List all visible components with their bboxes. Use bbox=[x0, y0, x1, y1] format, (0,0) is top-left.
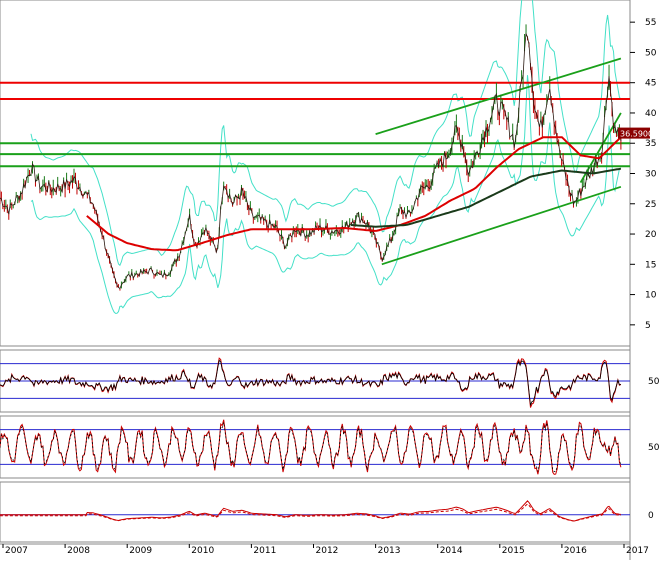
y-tick-label: 40 bbox=[645, 109, 657, 119]
y-tick-label: 45 bbox=[645, 79, 656, 89]
x-tick-label: 2011 bbox=[253, 546, 276, 556]
x-tick-label: 2010 bbox=[191, 546, 214, 556]
last-price-badge: 36.5900 bbox=[618, 127, 653, 139]
chart-root: 50 50 0 2007 2008 2009 2010 2011 2012 2013 2014… bbox=[0, 0, 660, 560]
last-price-label: 36.5900 bbox=[620, 130, 653, 139]
stock-chart: 50 50 0 2007 2008 2009 2010 2011 2012 2013 2014… bbox=[0, 0, 660, 560]
y-tick-label: 30 bbox=[645, 170, 657, 180]
panel-axis-label: 50 bbox=[648, 443, 660, 453]
y-tick-label: 25 bbox=[645, 200, 656, 210]
y-tick-label: 50 bbox=[645, 48, 657, 58]
y-tick-label: 15 bbox=[645, 260, 656, 270]
x-tick-label: 2015 bbox=[502, 546, 525, 556]
y-tick-label: 35 bbox=[645, 139, 656, 149]
y-tick-label: 10 bbox=[645, 291, 657, 301]
x-tick-label: 2009 bbox=[129, 546, 152, 556]
x-tick-label: 2014 bbox=[440, 546, 463, 556]
y-tick-label: 20 bbox=[645, 230, 657, 240]
x-tick-label: 2008 bbox=[67, 546, 90, 556]
panel-axis-label: 0 bbox=[648, 511, 654, 521]
x-tick-label: 2016 bbox=[564, 546, 587, 556]
y-tick-label: 55 bbox=[645, 18, 656, 28]
x-tick-label: 2013 bbox=[378, 546, 401, 556]
y-tick-label: 5 bbox=[645, 321, 651, 331]
x-tick-label: 2007 bbox=[5, 546, 28, 556]
panel-axis-label: 50 bbox=[648, 377, 660, 387]
x-tick-label: 2012 bbox=[316, 546, 339, 556]
x-tick-label: 2017 bbox=[626, 546, 649, 556]
